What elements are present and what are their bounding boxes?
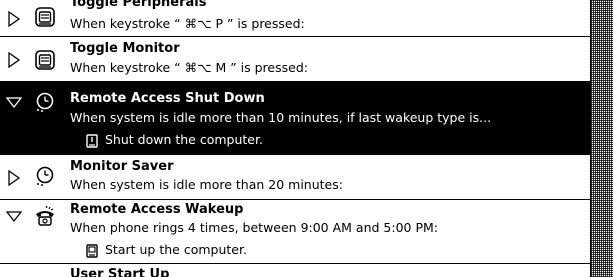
item-condition: When system is idle more than 20 minutes…	[70, 177, 343, 192]
item-title: Remote Access Shut Down	[70, 91, 265, 106]
vertical-scrollbar[interactable]	[590, 0, 613, 277]
sleeping-clock-icon	[36, 92, 54, 112]
item-title: Toggle Monitor	[70, 41, 180, 56]
startup-icon	[86, 244, 98, 258]
list-item-monitor-saver[interactable]: Monitor Saver When system is idle more t…	[0, 155, 590, 200]
telephone-icon	[36, 205, 54, 226]
disclosure-triangle-collapsed-icon[interactable]	[6, 52, 22, 68]
item-condition: When phone rings 4 times, between 9:00 A…	[70, 220, 438, 235]
list-item-remote-access-shut-down[interactable]: Remote Access Shut Down When system is i…	[0, 82, 590, 155]
shutdown-icon	[86, 134, 98, 148]
disclosure-triangle-expanded-icon[interactable]	[6, 208, 22, 224]
item-title: Remote Access Wakeup	[70, 202, 244, 217]
list-item-remote-access-wakeup[interactable]: Remote Access Wakeup When phone rings 4 …	[0, 200, 590, 264]
list-item-toggle-monitor[interactable]: Toggle Monitor When keystroke “ ⌘⌥ M ” i…	[0, 37, 590, 82]
task-list: Toggle Peripherals When keystroke “ ⌘⌥ P…	[0, 0, 590, 277]
item-title: Toggle Peripherals	[70, 0, 207, 10]
item-action: Start up the computer.	[105, 242, 247, 257]
list-item-user-start-up[interactable]: User Start Up	[0, 264, 590, 277]
sleeping-clock-icon	[36, 166, 54, 186]
disclosure-triangle-collapsed-icon[interactable]	[6, 11, 22, 27]
keyboard-icon	[35, 50, 55, 70]
item-action: Shut down the computer.	[105, 132, 263, 147]
item-condition: When system is idle more than 10 minutes…	[70, 110, 492, 125]
item-condition: When keystroke “ ⌘⌥ P ” is pressed:	[70, 16, 305, 31]
item-title: User Start Up	[70, 267, 170, 277]
item-title: Monitor Saver	[70, 159, 174, 174]
item-condition: When keystroke “ ⌘⌥ M ” is pressed:	[70, 60, 308, 75]
keyboard-icon	[35, 7, 55, 27]
list-item-toggle-peripherals[interactable]: Toggle Peripherals When keystroke “ ⌘⌥ P…	[0, 0, 590, 37]
disclosure-triangle-expanded-icon[interactable]	[6, 94, 22, 110]
disclosure-triangle-collapsed-icon[interactable]	[6, 170, 22, 186]
